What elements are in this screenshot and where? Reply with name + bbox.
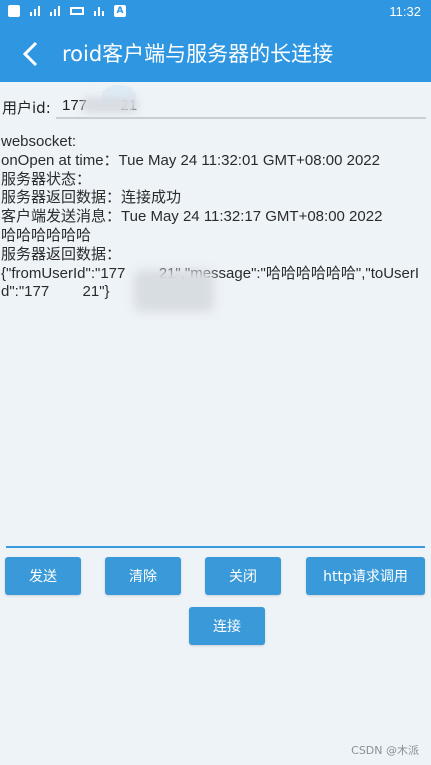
- log-line: 服务器状态：: [1, 170, 92, 188]
- signal-icon: [30, 6, 40, 16]
- close-button[interactable]: 关闭: [205, 557, 281, 595]
- app-bar: roid客户端与服务器的长连接: [0, 24, 431, 82]
- clear-button[interactable]: 清除: [105, 557, 181, 595]
- keyboard-icon: [70, 7, 84, 15]
- page-title: roid客户端与服务器的长连接: [62, 42, 334, 66]
- back-arrow-icon: [22, 41, 38, 67]
- redaction-blur: [82, 97, 138, 113]
- log-line: 服务器返回数据：: [1, 245, 122, 263]
- log-line: 客户端发送消息：Tue May 24 11:32:17 GMT+08:00 20…: [1, 208, 383, 226]
- send-button[interactable]: 发送: [5, 557, 81, 595]
- http-request-button[interactable]: http请求调用: [306, 557, 425, 595]
- notification-square-icon: [8, 5, 20, 17]
- user-id-row: 用户id:: [0, 85, 431, 123]
- status-icons: A: [8, 5, 126, 17]
- signal-icon-secondary: [50, 6, 60, 16]
- log-line: onOpen at time：Tue May 24 11:32:01 GMT+0…: [1, 151, 380, 169]
- log-line: websocket:: [1, 133, 77, 150]
- back-button[interactable]: [14, 36, 50, 72]
- redaction-blur-log: [134, 270, 214, 312]
- status-time: 11:32: [389, 4, 421, 19]
- watermark: CSDN @木派: [351, 744, 419, 757]
- message-log: websocket: onOpen at time：Tue May 24 11:…: [1, 133, 429, 302]
- log-line: 哈哈哈哈哈哈: [1, 226, 92, 244]
- user-id-label: 用户id:: [2, 99, 51, 117]
- log-line: 服务器返回数据：连接成功: [1, 189, 182, 207]
- accessibility-a-icon: A: [114, 5, 126, 17]
- wifi-icon: [94, 6, 104, 16]
- log-line: {"fromUserId":"177 21","message":"哈哈哈哈哈哈…: [1, 264, 420, 301]
- connect-button[interactable]: 连接: [189, 607, 265, 645]
- status-bar: A 11:32: [0, 0, 431, 24]
- input-divider: [6, 546, 425, 548]
